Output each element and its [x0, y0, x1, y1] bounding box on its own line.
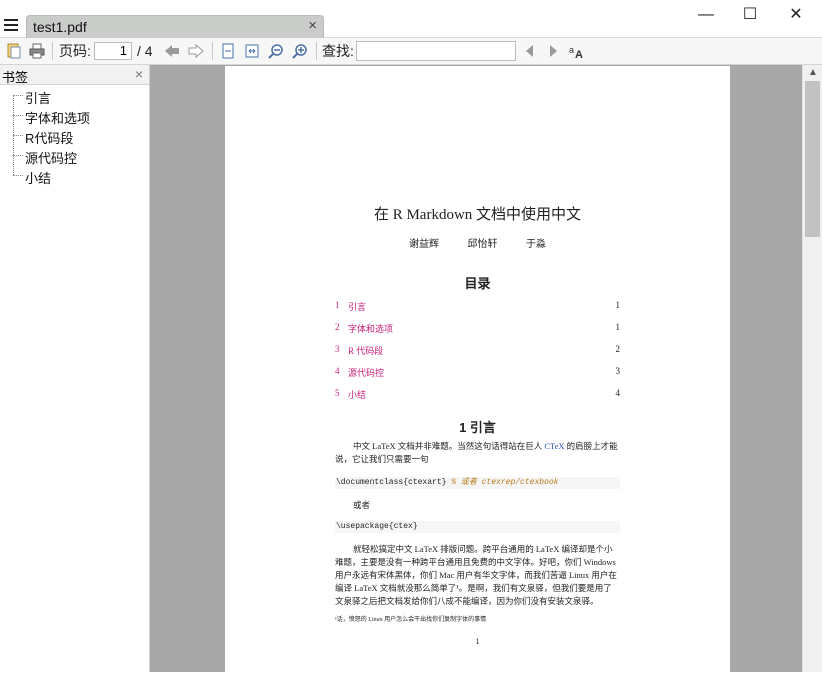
match-case-icon[interactable]: a A	[569, 43, 585, 59]
fit-page-icon[interactable]	[220, 43, 236, 59]
svg-text:a: a	[569, 45, 574, 55]
paragraph: 中文 LaTeX 文档并非难题。当然这句话得站在巨人 CTeX 的肩膀上才能说，…	[335, 440, 620, 466]
bookmarks-panel: 书签 × 引言 字体和选项 R代码段 源代码控 小结	[0, 65, 150, 672]
tree-line	[13, 135, 23, 136]
find-prev-icon[interactable]	[522, 43, 538, 59]
bookmarks-title: 书签	[2, 70, 29, 85]
toc-entry[interactable]: 2 字体和选项 1	[335, 322, 620, 334]
paragraph: 就轻松搞定中文 LaTeX 排版问题。跨平台通用的 LaTeX 编译却是个小难题…	[335, 544, 617, 606]
tab-title: test1.pdf	[33, 19, 87, 35]
paragraph-text: 中文 LaTeX 文档并非难题。当然这句话得站在巨人	[353, 441, 545, 451]
bookmark-item[interactable]: 源代码控	[25, 148, 77, 167]
toc-label: 小结	[348, 390, 367, 400]
toc-number: 5	[335, 388, 340, 398]
toc-label: 源代码控	[348, 368, 385, 378]
minimize-button[interactable]: —	[694, 6, 718, 24]
tree-line	[13, 175, 23, 176]
code-comment: % 或者 ctexrep/ctexbook	[451, 478, 559, 487]
tree-line	[13, 95, 23, 96]
or-text: 或者	[353, 500, 371, 510]
hamburger-menu-icon[interactable]	[4, 19, 18, 33]
code-block: \usepackage{ctex}	[335, 521, 620, 533]
scrollbar-thumb[interactable]	[805, 81, 820, 237]
forward-arrow-icon[interactable]	[188, 43, 204, 59]
page-number: 1	[475, 637, 480, 646]
ctex-link[interactable]: CTeX	[544, 441, 564, 451]
toolbar-separator	[316, 42, 317, 60]
maximize-button[interactable]: ☐	[738, 6, 762, 24]
title-bar: test1.pdf × — ☐ ✕	[0, 0, 822, 38]
code-text: \documentclass{ctexart}	[336, 478, 447, 487]
zoom-in-icon[interactable]	[292, 43, 308, 59]
page-number-input[interactable]: 1	[94, 42, 132, 60]
tree-line	[13, 155, 23, 156]
toc-label: R 代码段	[348, 346, 384, 356]
toc-number: 2	[335, 322, 340, 332]
bookmarks-close-icon[interactable]: ×	[135, 66, 143, 82]
section-heading: 1 引言	[459, 420, 496, 435]
back-arrow-icon[interactable]	[164, 43, 180, 59]
document-authors: 谢益辉 邱怡轩 于淼	[409, 239, 546, 250]
toc-entry[interactable]: 5 小结 4	[335, 388, 620, 400]
toc-label: 引言	[348, 302, 367, 312]
bookmarks-header: 书签 ×	[0, 65, 149, 85]
fit-width-icon[interactable]	[244, 43, 260, 59]
toc-number: 1	[335, 300, 340, 310]
bookmark-item[interactable]: 小结	[25, 168, 51, 187]
document-title: 在 R Markdown 文档中使用中文	[373, 207, 582, 223]
toc-page: 1	[615, 322, 621, 332]
print-icon[interactable]	[29, 43, 45, 59]
toolbar-separator	[212, 42, 213, 60]
page-label: 页码:	[59, 43, 91, 59]
toolbar-separator	[52, 42, 53, 60]
zoom-out-icon[interactable]	[268, 43, 284, 59]
open-icon[interactable]	[6, 43, 22, 59]
tab-close-icon[interactable]: ×	[308, 17, 317, 34]
vertical-scrollbar[interactable]: ▲	[802, 65, 822, 672]
toolbar: 页码: 1 / 4 查找: a A	[0, 38, 822, 65]
toc-entry[interactable]: 3 R 代码段 2	[335, 344, 620, 356]
document-viewer[interactable]: 在 R Markdown 文档中使用中文 谢益辉 邱怡轩 于淼 目录 1 引言 …	[150, 65, 802, 686]
document-tab[interactable]: test1.pdf ×	[26, 15, 324, 38]
find-input[interactable]	[356, 41, 516, 61]
toc-page: 2	[615, 344, 621, 354]
code-block: \documentclass{ctexart} % 或者 ctexrep/cte…	[335, 477, 620, 489]
tree-line	[13, 115, 23, 116]
find-label: 查找:	[322, 43, 354, 59]
svg-text:A: A	[575, 49, 583, 59]
toc-number: 4	[335, 366, 340, 376]
footnote: ¹话，愤怒的 Linux 用户怎么会干出找你们复制字体的事情	[335, 617, 487, 623]
toc-entry[interactable]: 1 引言 1	[335, 300, 620, 312]
toc-entry[interactable]: 4 源代码控 3	[335, 366, 620, 378]
toc-label: 字体和选项	[348, 324, 394, 334]
bookmark-item[interactable]: 引言	[25, 88, 51, 107]
find-next-icon[interactable]	[545, 43, 561, 59]
page-total: / 4	[137, 43, 153, 59]
bookmark-item[interactable]: R代码段	[25, 128, 73, 147]
toc-heading: 目录	[464, 276, 491, 291]
close-button[interactable]: ✕	[784, 6, 808, 24]
toc-page: 4	[615, 388, 621, 398]
scroll-up-icon[interactable]: ▲	[803, 65, 822, 81]
toc-number: 3	[335, 344, 340, 354]
pdf-page: 在 R Markdown 文档中使用中文 谢益辉 邱怡轩 于淼 目录 1 引言 …	[225, 66, 730, 686]
toc-page: 1	[615, 300, 621, 310]
toc-page: 3	[615, 366, 621, 376]
bookmark-item[interactable]: 字体和选项	[25, 108, 90, 127]
code-text: \usepackage{ctex}	[336, 522, 418, 531]
